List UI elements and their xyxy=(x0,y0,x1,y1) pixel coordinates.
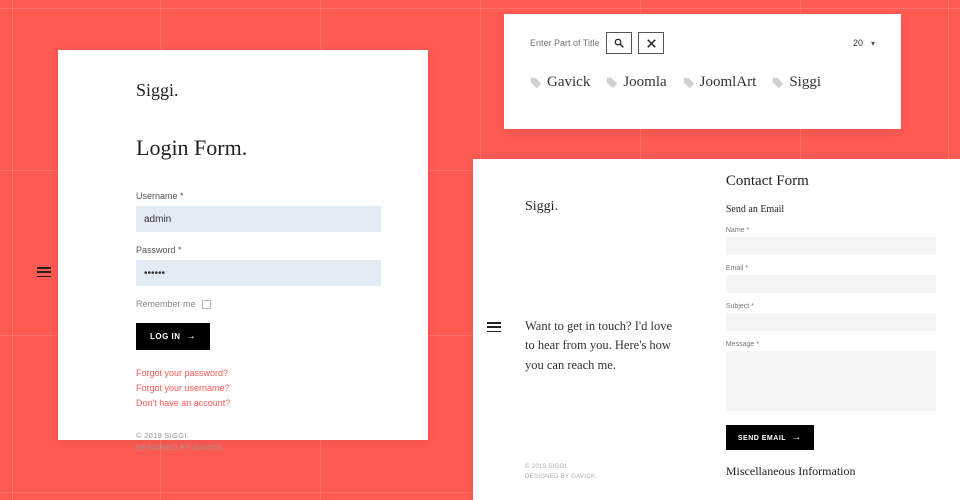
tag-item[interactable]: Joomla xyxy=(606,74,666,91)
arrow-right-icon: → xyxy=(183,331,197,342)
contact-form: Contact Form Send an Email Name * Email … xyxy=(702,159,960,500)
tag-item[interactable]: Gavick xyxy=(530,74,590,91)
close-icon xyxy=(647,39,656,48)
email-label: Email * xyxy=(726,265,936,272)
contact-footer: © 2019 SIGGI. DESIGNED BY GAVICK. xyxy=(525,463,674,482)
remember-label: Remember me xyxy=(136,299,196,309)
page-size-value: 20 xyxy=(853,38,863,48)
subject-label: Subject * xyxy=(726,303,936,310)
tag-label: JoomlArt xyxy=(700,74,757,91)
send-email-button[interactable]: SEND EMAIL → xyxy=(726,425,814,450)
login-links: Forgot your password? Forgot your userna… xyxy=(136,368,388,408)
tag-icon xyxy=(772,77,784,89)
page-size-selector[interactable]: 20 ▾ xyxy=(853,38,875,48)
name-label: Name * xyxy=(726,227,936,234)
contact-blurb: Want to get in touch? I'd love to hear f… xyxy=(525,317,674,375)
forgot-username-link[interactable]: Forgot your username? xyxy=(136,383,388,393)
tag-icon xyxy=(683,77,695,89)
copyright: © 2019 SIGGI. xyxy=(525,463,674,473)
email-input[interactable] xyxy=(726,275,936,293)
username-label: Username * xyxy=(136,191,388,201)
login-button-label: LOG IN xyxy=(150,332,181,341)
password-label: Password * xyxy=(136,245,388,255)
clear-button[interactable] xyxy=(638,32,664,54)
login-heading: Login Form. xyxy=(136,135,388,161)
tag-item[interactable]: JoomlArt xyxy=(683,74,757,91)
message-input[interactable] xyxy=(726,351,936,411)
send-email-heading: Send an Email xyxy=(726,204,936,215)
tag-list: Gavick Joomla JoomlArt Siggi xyxy=(530,74,875,91)
hamburger-icon[interactable] xyxy=(37,267,51,277)
name-input[interactable] xyxy=(726,237,936,255)
tag-item[interactable]: Siggi xyxy=(772,74,821,91)
register-link[interactable]: Don't have an account? xyxy=(136,398,388,408)
contact-intro: Siggi. Want to get in touch? I'd love to… xyxy=(473,159,702,500)
tag-icon xyxy=(606,77,618,89)
remember-checkbox[interactable] xyxy=(202,300,211,309)
contact-form-heading: Contact Form xyxy=(726,173,936,190)
tag-label: Siggi xyxy=(789,74,821,91)
remember-me-row[interactable]: Remember me xyxy=(136,299,388,309)
search-icon xyxy=(614,38,624,48)
username-input[interactable] xyxy=(136,206,381,232)
send-button-label: SEND EMAIL xyxy=(738,435,786,442)
tag-icon xyxy=(530,77,542,89)
title-filter-input[interactable] xyxy=(530,38,600,48)
tag-label: Gavick xyxy=(547,74,590,91)
misc-info-heading: Miscellaneous Information xyxy=(726,464,936,479)
filter-toolbar: 20 ▾ xyxy=(530,32,875,54)
hamburger-icon[interactable] xyxy=(487,322,501,332)
site-logo: Siggi. xyxy=(136,80,388,101)
site-logo: Siggi. xyxy=(525,199,674,215)
filter-panel: 20 ▾ Gavick Joomla JoomlArt Siggi xyxy=(504,14,901,129)
contact-panel: Siggi. Want to get in touch? I'd love to… xyxy=(473,159,960,500)
designed-by: DESIGNED BY GAVICK. xyxy=(525,473,674,483)
designed-by: DESIGNED BY GAVICK. xyxy=(136,442,388,454)
copyright: © 2019 SIGGI. xyxy=(136,430,388,442)
forgot-password-link[interactable]: Forgot your password? xyxy=(136,368,388,378)
message-label: Message * xyxy=(726,341,936,348)
subject-input[interactable] xyxy=(726,313,936,331)
search-button[interactable] xyxy=(606,32,632,54)
login-panel: Siggi. Login Form. Username * Password *… xyxy=(58,50,428,440)
arrow-right-icon: → xyxy=(788,432,802,443)
tag-label: Joomla xyxy=(623,74,666,91)
password-input[interactable] xyxy=(136,260,381,286)
caret-down-icon: ▾ xyxy=(871,39,875,48)
login-footer: © 2019 SIGGI. DESIGNED BY GAVICK. xyxy=(136,430,388,454)
login-button[interactable]: LOG IN → xyxy=(136,323,210,350)
